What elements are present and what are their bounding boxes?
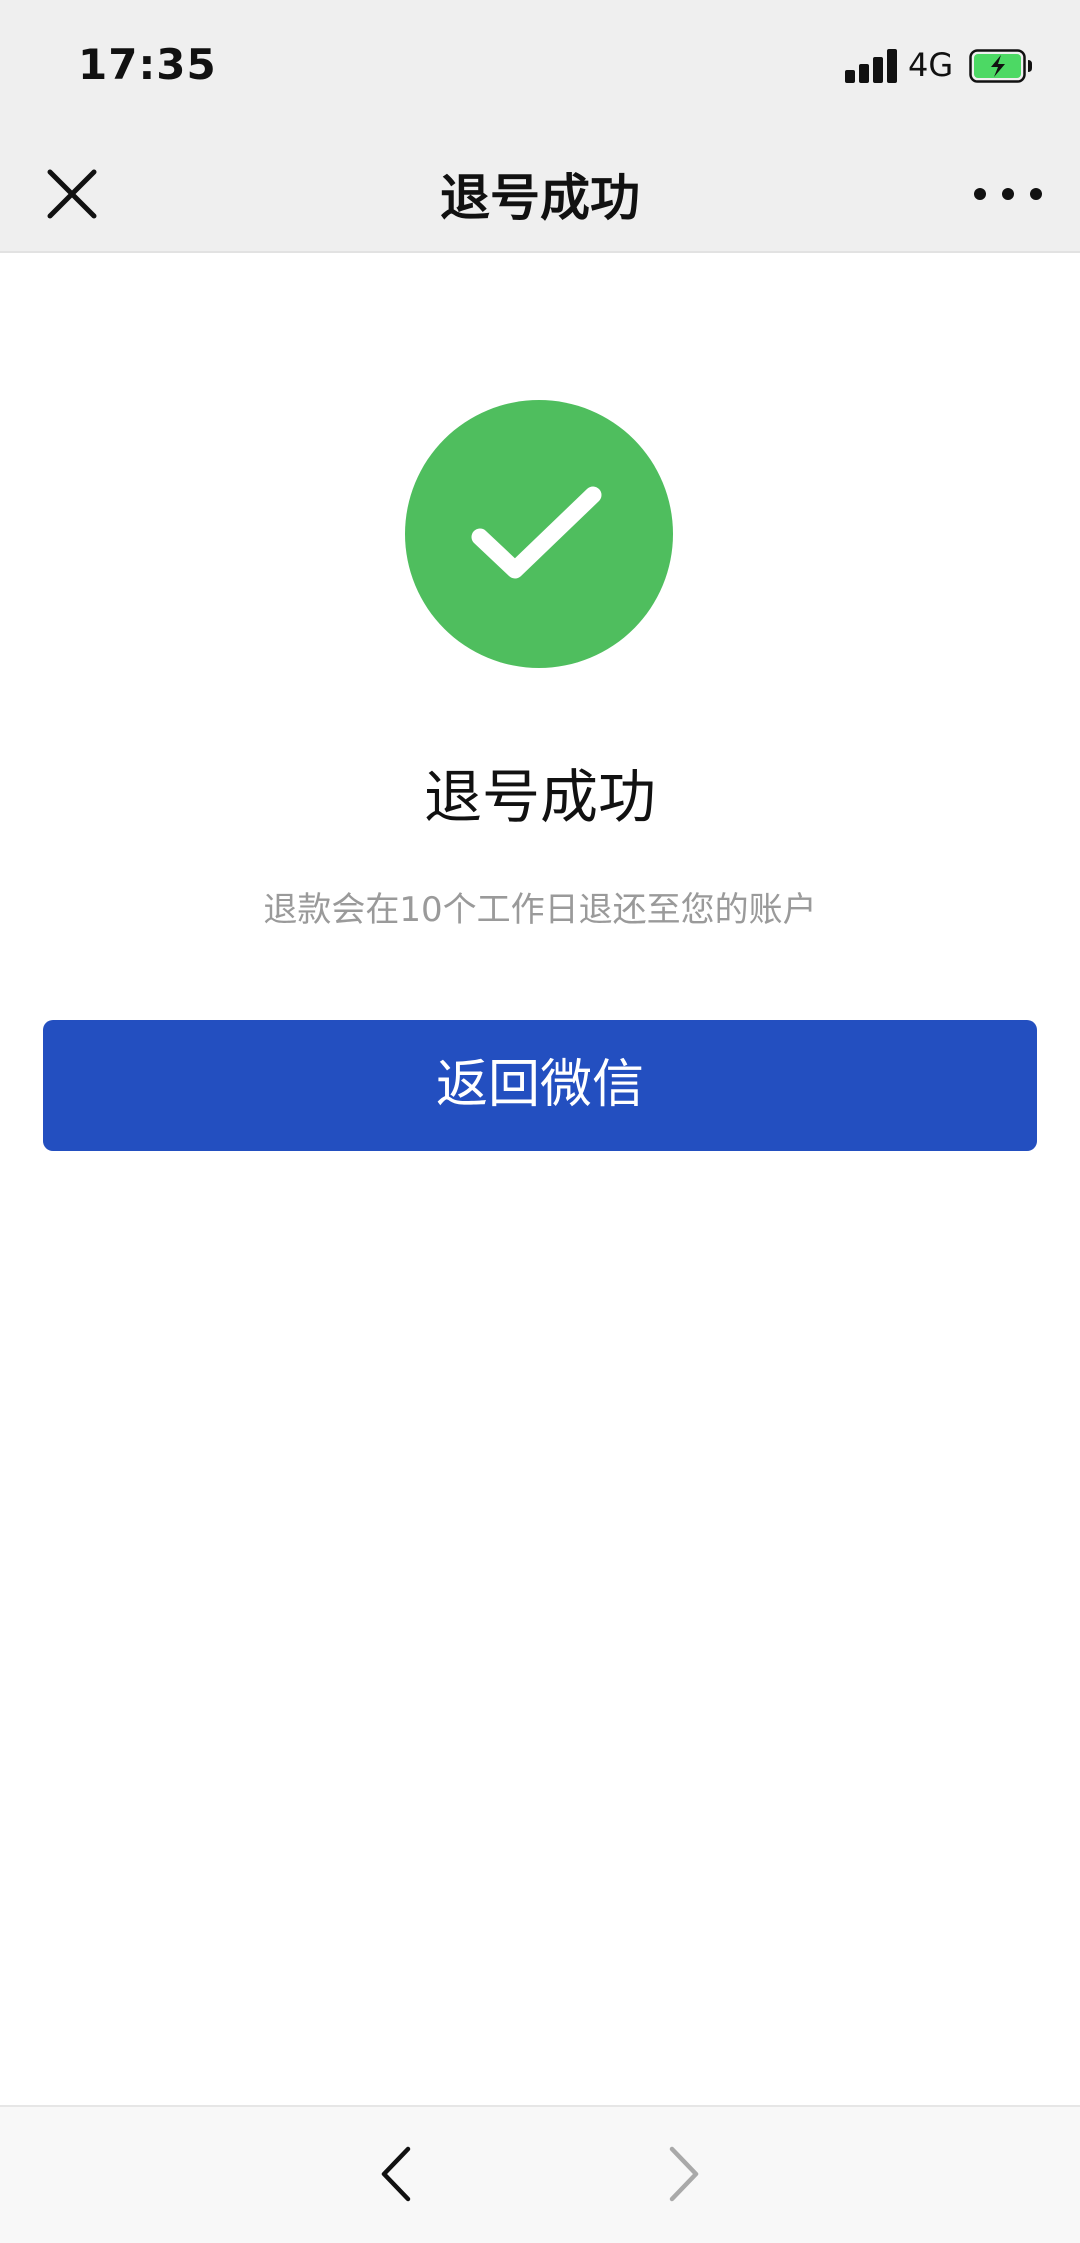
nav-header: 退号成功 [0,132,1080,253]
return-to-wechat-button[interactable]: 返回微信 [43,1020,1037,1151]
network-type-label: 4G [908,46,954,84]
back-button[interactable] [368,2139,428,2209]
result-description: 退款会在10个工作日退还至您的账户 [263,890,817,930]
forward-button[interactable] [652,2139,712,2209]
battery-charging-icon [969,49,1033,83]
close-icon [47,169,97,219]
bottom-toolbar [0,2105,1080,2243]
chevron-right-icon [669,2146,699,2202]
page-title: 退号成功 [440,169,640,227]
status-time: 17:35 [78,40,217,89]
status-bar: 17:35 4G [0,0,1080,132]
more-button[interactable] [970,162,1046,226]
result-title: 退号成功 [423,763,656,831]
chevron-left-icon [381,2146,411,2202]
success-check-icon [405,400,673,668]
more-dots-icon [974,188,1042,200]
close-button[interactable] [40,162,104,226]
cellular-signal-icon [845,49,899,83]
